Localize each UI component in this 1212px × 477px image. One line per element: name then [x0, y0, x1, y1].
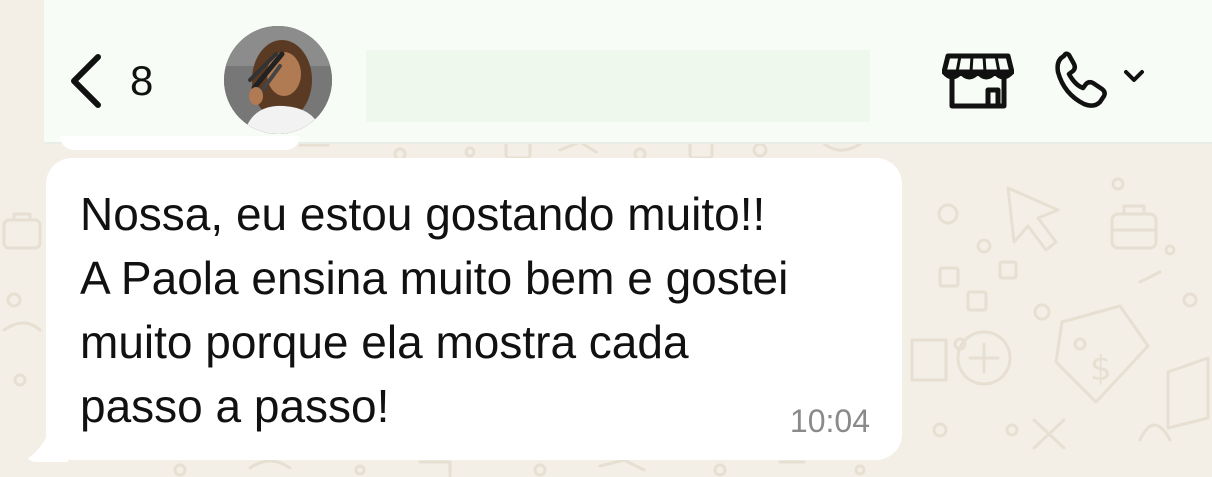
contact-name-redacted[interactable]: [366, 50, 870, 122]
back-button[interactable]: 8: [66, 48, 186, 114]
previous-message-bubble[interactable]: [60, 136, 300, 150]
message-line: passo a passo!: [80, 380, 390, 432]
message-line: A Paola ensina muito bem e gostei: [80, 252, 789, 304]
unread-count: 8: [130, 57, 154, 104]
avatar-photo-icon: [224, 26, 332, 134]
incoming-message-bubble[interactable]: Nossa, eu estou gostando muito!! A Paola…: [46, 158, 902, 460]
phone-icon: [1055, 51, 1144, 108]
message-line: Nossa, eu estou gostando muito!!: [80, 188, 766, 240]
message-text: Nossa, eu estou gostando muito!! A Paola…: [80, 182, 880, 438]
voice-call-button[interactable]: [1052, 50, 1156, 110]
contact-avatar[interactable]: [224, 26, 332, 134]
svg-text:$: $: [1090, 349, 1112, 389]
chevron-left-icon: [71, 54, 101, 108]
message-line: muito porque ela mostra cada: [80, 316, 689, 368]
message-timestamp: 10:04: [789, 403, 870, 439]
chevron-down-icon: [1124, 70, 1144, 82]
chat-header: 8: [44, 0, 1212, 142]
catalog-button[interactable]: [941, 50, 1015, 110]
storefront-icon: [941, 53, 1015, 109]
